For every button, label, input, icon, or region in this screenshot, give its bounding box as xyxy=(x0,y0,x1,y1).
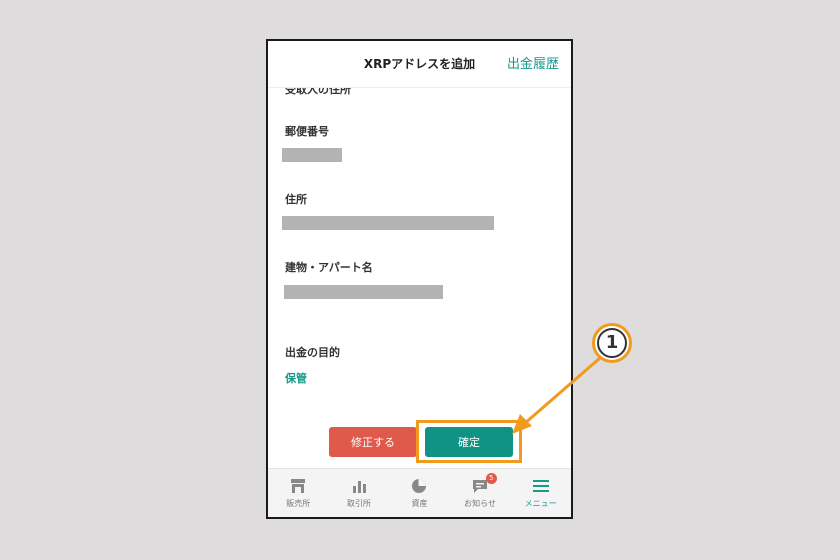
step-number: 1 xyxy=(597,328,627,358)
withdrawal-history-link[interactable]: 出金履歴 xyxy=(507,53,559,72)
menu-icon xyxy=(532,480,549,492)
purpose-value: 保管 xyxy=(285,372,307,385)
address-value-redacted xyxy=(282,216,494,230)
shop-icon xyxy=(291,479,306,493)
nav-item-notifications[interactable]: 5 お知らせ xyxy=(450,469,511,517)
postal-code-value-redacted xyxy=(282,148,342,162)
form-content: 受取人の住所 郵便番号 住所 建物・アパート名 出金の目的 保管 xyxy=(268,88,571,473)
nav-label-exchange: 取引所 xyxy=(346,499,371,508)
header: XRPアドレスを追加 出金履歴 xyxy=(268,41,571,88)
notification-badge: 5 xyxy=(485,473,497,484)
step-number-badge: 1 xyxy=(592,323,632,363)
nav-label-assets: 資産 xyxy=(411,499,428,508)
purpose-label: 出金の目的 xyxy=(285,346,340,359)
bar-chart-icon xyxy=(352,481,366,493)
recipient-address-label: 受取人の住所 xyxy=(285,88,351,96)
postal-code-label: 郵便番号 xyxy=(285,125,329,138)
fix-button[interactable]: 修正する xyxy=(329,427,417,457)
phone-screen: XRPアドレスを追加 出金履歴 受取人の住所 郵便番号 住所 建物・アパート名 … xyxy=(266,39,573,519)
nav-item-assets[interactable]: 資産 xyxy=(389,469,450,517)
confirm-highlight-box xyxy=(416,420,522,463)
bottom-nav: 販売所 取引所 資産 5 お知らせ メニュー xyxy=(268,468,571,517)
nav-label-shop: 販売所 xyxy=(286,499,311,508)
nav-label-notifications: お知らせ xyxy=(464,499,496,508)
pie-chart-icon xyxy=(412,479,427,493)
building-value-redacted xyxy=(284,285,443,299)
nav-item-exchange[interactable]: 取引所 xyxy=(329,469,390,517)
nav-item-shop[interactable]: 販売所 xyxy=(268,469,329,517)
building-label: 建物・アパート名 xyxy=(285,261,373,274)
nav-label-menu: メニュー xyxy=(524,499,557,508)
nav-item-menu[interactable]: メニュー xyxy=(510,469,571,517)
address-label: 住所 xyxy=(285,193,307,206)
